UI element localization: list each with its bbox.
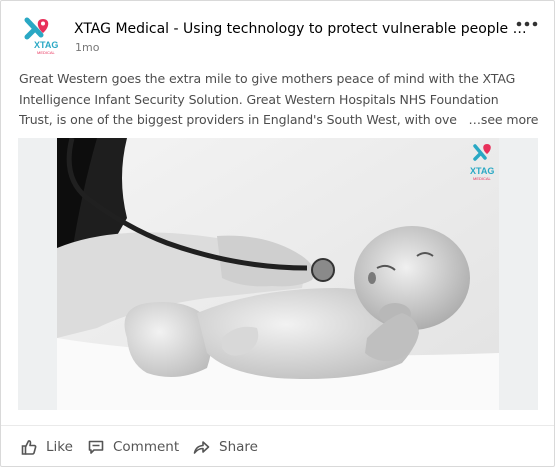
xtag-logo-icon: XTAG MEDICAL — [24, 17, 58, 55]
share-button[interactable]: Share — [193, 436, 258, 458]
comment-icon — [88, 440, 104, 454]
like-label: Like — [46, 439, 73, 455]
post-body-line: Intelligence Infant Security Solution. G… — [19, 91, 499, 107]
social-actions-bar: Like Comment Share — [1, 425, 554, 469]
comment-button[interactable]: Comment — [88, 436, 179, 458]
svg-text:XTAG: XTAG — [470, 166, 494, 176]
post-body-line: Great Western goes the extra mile to giv… — [19, 71, 516, 86]
post-body-last-line: Trust, is one of the biggest providers i… — [19, 110, 539, 131]
see-more-link[interactable]: …see more — [469, 112, 539, 127]
share-arrow-icon — [193, 441, 210, 454]
thumbs-up-icon — [21, 440, 37, 455]
comment-label: Comment — [113, 439, 180, 455]
post-header: XTAG MEDICAL XTAG Medical - Using techno… — [1, 1, 554, 63]
more-options-button[interactable] — [516, 15, 538, 27]
post-body: Great Western goes the extra mile to giv… — [19, 69, 539, 131]
svg-text:XTAG: XTAG — [34, 40, 58, 50]
like-button[interactable]: Like — [21, 436, 73, 458]
post-card: XTAG MEDICAL XTAG Medical - Using techno… — [0, 0, 555, 467]
more-dots-icon — [516, 21, 538, 27]
svg-text:MEDICAL: MEDICAL — [473, 176, 492, 181]
baby-stethoscope-photo: XTAG MEDICAL — [57, 138, 499, 410]
post-body-line: Trust, is one of the biggest providers i… — [19, 112, 457, 127]
company-logo[interactable]: XTAG MEDICAL — [19, 17, 65, 55]
post-age: 1mo — [75, 41, 100, 54]
svg-text:MEDICAL: MEDICAL — [37, 50, 56, 55]
share-label: Share — [219, 439, 258, 455]
post-media[interactable]: XTAG MEDICAL — [18, 138, 538, 410]
post-title[interactable]: XTAG Medical - Using technology to prote… — [74, 19, 534, 39]
